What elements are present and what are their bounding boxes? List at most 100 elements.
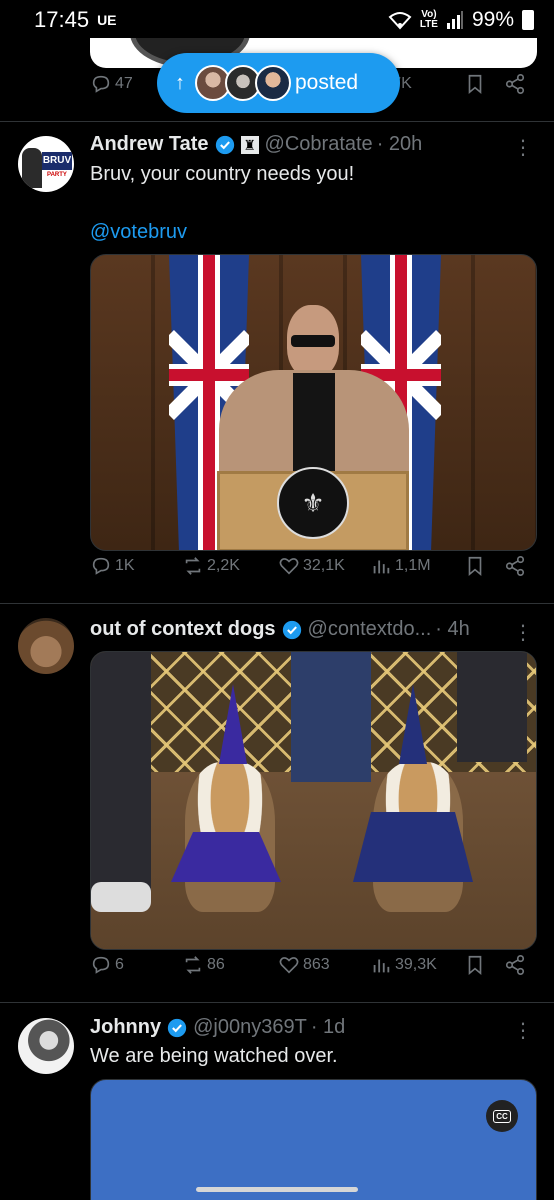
views-count: 39,3K [395,956,437,973]
share-button[interactable] [504,555,526,577]
tweet-text: We are being watched over. [90,1045,338,1067]
handler-legs-right [457,652,527,762]
bookmark-icon [468,556,482,577]
avatar[interactable] [18,1018,74,1074]
sunglasses [291,335,335,347]
heart-icon [279,957,299,974]
divider [0,121,554,122]
share-icon [505,74,525,94]
tweet-header: Andrew Tate ♜ @Cobratate · 20h [90,133,422,156]
dirt-floor [91,772,536,949]
tweet-time: · 4h [435,618,470,640]
arrow-up-icon: ↑ [175,71,185,94]
more-options-icon[interactable]: ⋮ [513,1018,533,1043]
handler-legs-center [291,652,371,782]
mention-link[interactable]: @votebruv [90,221,187,244]
share-icon [505,955,525,975]
tweet-video[interactable]: CC [90,1079,537,1200]
bookmark-button[interactable] [464,954,486,976]
more-options-icon[interactable]: ⋮ [513,135,533,160]
status-time: 17:45 [34,7,90,32]
views-count: 1,1M [395,557,431,574]
avatar-figure [22,148,42,188]
speaker-shirt [293,373,335,473]
author-handle[interactable]: @j00ny369T [193,1016,307,1039]
handler-legs-left [91,652,151,892]
repost-icon [185,557,201,575]
heart-icon [279,558,299,575]
views-button[interactable]: 39,3K [370,954,437,976]
lte-label: LTE [419,19,438,30]
divider [0,603,554,604]
like-count: 32,1K [303,557,345,574]
pill-avatars [195,65,291,101]
author-name[interactable]: Johnny [90,1016,161,1039]
reply-button[interactable]: 47 [90,73,133,95]
reply-count: 6 [115,956,124,973]
carrier-label: UE [97,12,117,28]
home-indicator[interactable] [196,1187,358,1192]
tweet-header: out of context dogs @contextdo... · 4h [90,618,470,641]
repost-button[interactable]: 2,2K [182,555,240,577]
reply-icon [92,956,110,974]
battery-percent: 99% [471,8,514,31]
share-button[interactable] [504,954,526,976]
repost-icon [185,956,201,974]
avatar[interactable] [18,618,74,674]
reply-icon [92,75,110,93]
author-name[interactable]: out of context dogs [90,618,276,641]
bookmark-button[interactable] [464,555,486,577]
wifi-icon [388,12,412,30]
views-icon [373,560,390,574]
cc-icon: CC [493,1109,511,1123]
wizard-cape-right [353,812,473,882]
wizard-hat-right [399,684,427,764]
share-icon [505,556,525,576]
reply-count: 1K [115,557,135,574]
bookmark-icon [468,74,482,95]
pill-avatar [255,65,291,101]
author-handle[interactable]: @contextdo... [308,618,432,641]
like-button[interactable]: 32,1K [278,555,345,577]
tweet-time: · 1d [310,1016,346,1038]
avatar[interactable]: BRUV PARTY [18,136,74,192]
verified-badge-icon [167,1018,187,1037]
repost-count: 86 [207,956,225,973]
reply-icon [92,557,110,575]
wizard-hat-left [219,684,247,764]
royal-crest: ⚜ [277,467,349,539]
views-button[interactable]: 1,1M [370,555,431,577]
tweet-image[interactable] [90,651,537,950]
author-handle[interactable]: @Cobratate [265,133,373,156]
verified-badge-icon [282,620,301,639]
pill-label: posted [295,71,359,94]
new-posts-pill[interactable]: ↑ posted [157,53,400,113]
repost-count: 2,2K [207,557,240,574]
status-bar: 17:45 UE Vo) LTE 99% [0,0,554,40]
views-icon [373,959,390,973]
like-button[interactable]: 863 [278,954,330,976]
avatar-sub: PARTY [47,172,67,178]
share-button[interactable] [504,73,526,95]
shoe [91,882,151,912]
network-type: Vo) LTE [420,10,438,30]
tweet-text: Bruv, your country needs you! [90,163,355,185]
affiliation-badge-icon: ♜ [240,135,259,154]
captions-button[interactable]: CC [486,1100,518,1132]
reply-button[interactable]: 6 [90,954,124,976]
tweet-header: Johnny @j00ny369T · 1d [90,1016,345,1039]
status-right: Vo) LTE 99% [388,8,534,32]
author-name[interactable]: Andrew Tate [90,133,209,156]
verified-badge-icon [215,135,234,154]
divider [0,1002,554,1003]
tweet-image[interactable]: ⚜ [90,254,537,551]
more-options-icon[interactable]: ⋮ [513,620,533,645]
bookmark-button[interactable] [464,73,486,95]
tweet-time: · 20h [376,133,423,155]
battery-icon [522,10,534,30]
bookmark-icon [468,955,482,976]
signal-icon [446,11,463,29]
reply-button[interactable]: 1K [90,555,135,577]
reply-count: 47 [115,75,133,92]
repost-button[interactable]: 86 [182,954,225,976]
